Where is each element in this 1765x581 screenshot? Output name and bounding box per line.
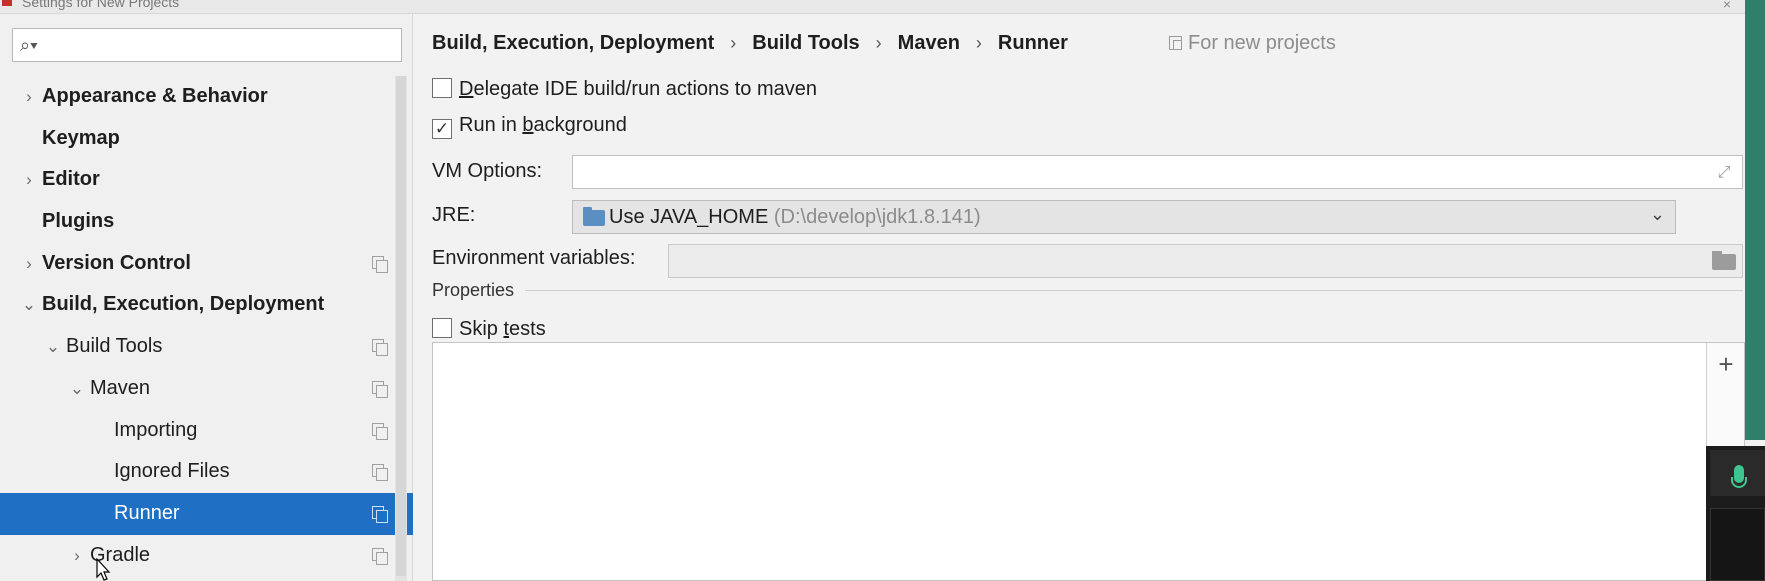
sidebar-item-label: Version Control [42, 251, 191, 274]
sidebar-item-keymap[interactable]: Keymap [0, 118, 413, 160]
sidebar-scrollbar-thumb[interactable] [396, 76, 406, 576]
jre-value: Use JAVA_HOME [609, 206, 769, 228]
sidebar-item-label: Build Tools [66, 335, 163, 358]
jre-label: JRE: [432, 204, 476, 226]
delegate-label[interactable]: Delegate IDE build/run actions to maven [459, 78, 817, 100]
properties-table[interactable]: + [432, 342, 1745, 581]
settings-content: Build, Execution, Deployment › Build Tools… [414, 14, 1765, 581]
folder-icon [583, 207, 605, 226]
sidebar-item-label: Plugins [42, 210, 115, 233]
chevron-down-icon[interactable]: ⌄ [19, 284, 39, 326]
breadcrumb-item[interactable]: Maven [898, 32, 960, 55]
copy-icon [372, 422, 388, 440]
jre-path: (D:\develop\jdk1.8.141) [773, 206, 981, 228]
environment-variables-label: Environment variables: [432, 247, 636, 269]
settings-window: Settings for New Projects × ⌕▾ › Appearan… [0, 0, 1765, 581]
copy-icon [372, 547, 388, 565]
sidebar-item-label: Ignored Files [114, 460, 230, 483]
delegate-option[interactable]: Delegate IDE build/run actions to maven [432, 78, 817, 108]
sidebar-item-label: Importing [114, 418, 198, 441]
sidebar-item-editor[interactable]: › Editor [0, 159, 413, 201]
breadcrumb: Build, Execution, Deployment › Build Tools… [432, 32, 1068, 62]
sidebar-item-gradle[interactable]: › Gradle [0, 535, 413, 577]
sidebar-item-build-tools[interactable]: ⌄ Build Tools [0, 326, 413, 368]
close-icon[interactable]: × [1723, 0, 1731, 12]
delegate-checkbox[interactable] [432, 78, 452, 98]
sidebar-scrollbar[interactable] [395, 76, 407, 581]
breadcrumb-item[interactable]: Build Tools [752, 32, 859, 55]
add-property-button[interactable]: + [1707, 347, 1745, 381]
title-bar: Settings for New Projects × [0, 0, 1765, 14]
settings-search[interactable]: ⌕▾ [12, 28, 402, 62]
sidebar-item-maven[interactable]: ⌄ Maven [0, 368, 413, 410]
copy-icon [372, 255, 388, 273]
settings-tree: › Appearance & Behavior Keymap › Editor Plugi… [0, 76, 413, 576]
chevron-right-icon[interactable]: › [67, 535, 87, 577]
sidebar-item-label: Keymap [42, 126, 120, 149]
chevron-down-icon[interactable]: ⌄ [1650, 204, 1665, 225]
sidebar-item-plugins[interactable]: Plugins [0, 201, 413, 243]
breadcrumb-separator: › [975, 33, 982, 54]
copy-icon [372, 505, 388, 523]
scope-indicator: For new projects [1169, 32, 1336, 62]
jre-select[interactable]: Use JAVA_HOME (D:\develop\jdk1.8.141) ⌄ [572, 200, 1676, 234]
vm-options-input[interactable] [579, 160, 1699, 184]
background-window-edge [1745, 0, 1765, 440]
window-title: Settings for New Projects [22, 0, 180, 10]
copy-icon [372, 380, 388, 398]
run-in-background-option[interactable]: ✓ Run in background [432, 114, 627, 144]
search-icon: ⌕▾ [20, 35, 38, 55]
vm-options-label: VM Options: [432, 160, 543, 182]
environment-variables-field[interactable] [668, 244, 1743, 278]
sidebar-item-label: Build, Execution, Deployment [42, 293, 325, 316]
sidebar-item-label: Editor [42, 168, 100, 191]
search-input[interactable] [53, 33, 393, 57]
copy-icon [1169, 36, 1182, 50]
chevron-right-icon[interactable]: › [19, 76, 39, 118]
sidebar-item-label: Runner [114, 501, 180, 524]
chevron-right-icon[interactable]: › [19, 243, 39, 285]
run-in-background-label[interactable]: Run in background [459, 114, 627, 136]
copy-icon [372, 464, 388, 482]
sidebar-item-appearance-behavior[interactable]: › Appearance & Behavior [0, 76, 413, 118]
skip-tests-checkbox[interactable] [432, 318, 452, 338]
sidebar-item-version-control[interactable]: › Version Control [0, 243, 413, 285]
expand-icon[interactable]: ⤢ [1714, 163, 1734, 183]
chevron-down-icon[interactable]: ⌄ [67, 368, 87, 410]
skip-tests-label[interactable]: Skip tests [459, 318, 546, 340]
properties-section-title: Properties [432, 280, 515, 300]
microphone-button[interactable] [1710, 450, 1765, 496]
sidebar-item-build-execution-deployment[interactable]: ⌄ Build, Execution, Deployment [0, 284, 413, 326]
recording-widget [1706, 446, 1765, 581]
mouse-cursor-icon [96, 558, 111, 581]
breadcrumb-item-current: Runner [997, 32, 1068, 55]
vm-options-field[interactable]: ⤢ [572, 155, 1743, 189]
breadcrumb-item[interactable]: Build, Execution, Deployment [432, 32, 714, 55]
sidebar-item-importing[interactable]: Importing [0, 410, 413, 452]
breadcrumb-separator: › [875, 33, 882, 54]
settings-sidebar: ⌕▾ › Appearance & Behavior Keymap › Editor Pl… [0, 14, 413, 581]
sidebar-item-label: Appearance & Behavior [42, 85, 268, 107]
video-preview [1710, 508, 1765, 581]
app-icon [2, 0, 12, 6]
scope-label: For new projects [1188, 32, 1336, 54]
chevron-right-icon[interactable]: › [19, 159, 39, 201]
breadcrumb-separator: › [730, 33, 737, 54]
sidebar-item-label: Maven [90, 376, 151, 399]
sidebar-item-runner[interactable]: Runner [0, 492, 413, 535]
copy-icon [372, 339, 388, 357]
chevron-down-icon[interactable]: ⌄ [43, 326, 63, 368]
sidebar-item-ignored-files[interactable]: Ignored Files [0, 451, 413, 493]
folder-open-icon[interactable] [1712, 251, 1736, 270]
run-in-background-checkbox[interactable]: ✓ [432, 119, 452, 139]
section-divider [525, 290, 1743, 291]
